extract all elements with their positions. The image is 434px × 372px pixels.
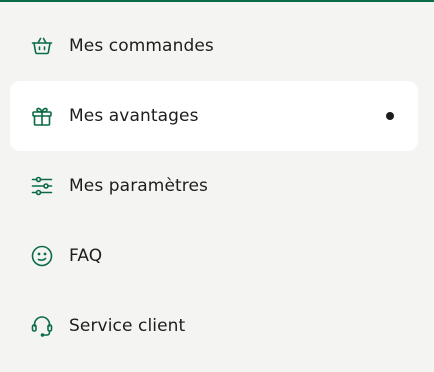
gift-icon bbox=[30, 104, 54, 128]
menu-item-service-client[interactable]: Service client bbox=[10, 291, 418, 361]
menu-item-mes-avantages[interactable]: Mes avantages bbox=[10, 81, 418, 151]
menu-item-label: Mes paramètres bbox=[69, 176, 209, 196]
menu-item-mes-commandes[interactable]: Mes commandes bbox=[10, 11, 418, 81]
menu-item-label: FAQ bbox=[69, 246, 103, 266]
menu-item-label: Service client bbox=[69, 316, 186, 336]
menu-item-label: Mes avantages bbox=[69, 106, 199, 126]
menu-item-label: Mes commandes bbox=[69, 36, 214, 56]
top-accent-line bbox=[0, 0, 434, 2]
menu-item-mes-parametres[interactable]: Mes paramètres bbox=[10, 151, 418, 221]
account-menu: Mes commandes Mes avantages Mes paramètr… bbox=[10, 11, 418, 361]
menu-item-faq[interactable]: FAQ bbox=[10, 221, 418, 291]
face-icon bbox=[30, 244, 54, 268]
active-indicator-dot bbox=[386, 112, 394, 120]
shopping-basket-icon bbox=[30, 34, 54, 58]
sliders-icon bbox=[30, 174, 54, 198]
headset-icon bbox=[30, 314, 54, 338]
